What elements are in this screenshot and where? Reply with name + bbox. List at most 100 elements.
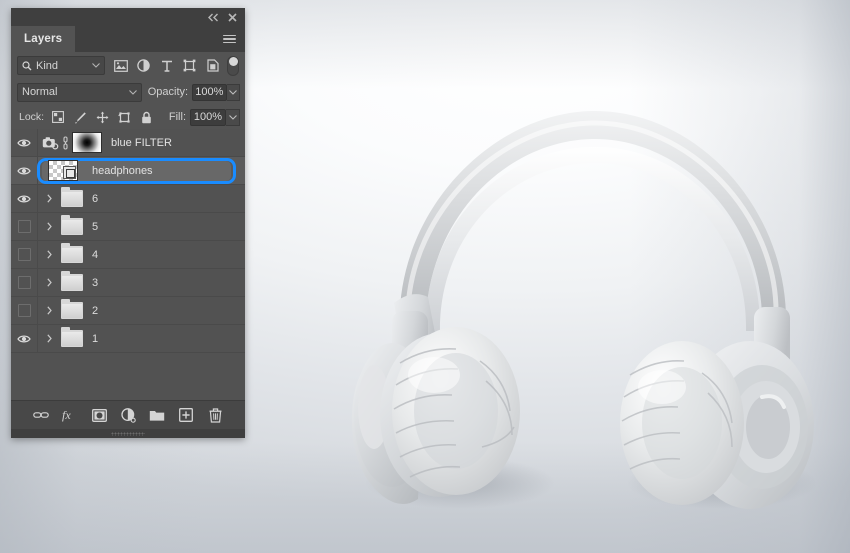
table-row[interactable]: 6 <box>11 185 245 213</box>
chevron-right-icon[interactable] <box>42 222 56 231</box>
layer-visibility-toggle[interactable] <box>11 297 38 324</box>
table-row[interactable]: 2 <box>11 297 245 325</box>
layer-name: 3 <box>92 276 99 289</box>
layer-visibility-toggle[interactable] <box>11 325 38 352</box>
folder-icon <box>61 187 83 207</box>
lock-image-pixels-icon[interactable] <box>70 108 90 126</box>
svg-text:fx: fx <box>62 408 71 422</box>
smart-object-badge-icon <box>63 166 76 179</box>
eye-off-icon <box>17 248 31 261</box>
chevron-down-icon <box>128 89 137 95</box>
filter-shape-layers-icon[interactable] <box>178 56 201 76</box>
link-layers-button[interactable] <box>32 406 51 425</box>
table-row[interactable]: 3 <box>11 269 245 297</box>
fill-input[interactable]: 100% <box>190 108 226 126</box>
layer-visibility-toggle[interactable] <box>11 129 38 156</box>
layer-name: blue FILTER <box>111 136 172 149</box>
new-layer-button[interactable] <box>177 406 196 425</box>
fill-chevron-down-icon[interactable] <box>226 108 240 126</box>
chevron-right-icon[interactable] <box>42 194 56 203</box>
fill-label: Fill: <box>168 111 186 123</box>
filter-kind-label: Kind <box>36 59 59 72</box>
double-chevron-left-icon[interactable] <box>208 13 219 22</box>
layer-name: 2 <box>92 304 99 317</box>
opacity-input[interactable]: 100% <box>192 83 227 101</box>
layers-panel-footer: fx <box>11 400 245 429</box>
folder-icon <box>61 299 83 319</box>
layer-visibility-toggle[interactable] <box>11 185 38 212</box>
panel-menu-button[interactable] <box>214 26 245 52</box>
layer-mask-thumbnail[interactable] <box>72 132 102 153</box>
tab-layers-label: Layers <box>24 33 63 45</box>
lock-artboard-nesting-icon[interactable] <box>114 108 134 126</box>
screenshot-root: Layers Kind Normal Opacity: 100% Lock: F… <box>0 0 850 553</box>
panel-tab-strip: Layers <box>11 26 245 52</box>
table-row[interactable]: 1 <box>11 325 245 353</box>
panel-resize-grip[interactable] <box>11 429 245 438</box>
camera-filter-icon <box>42 136 59 150</box>
layer-visibility-toggle[interactable] <box>11 157 38 184</box>
folder-icon <box>61 215 83 235</box>
eye-icon <box>17 138 31 148</box>
filter-enable-toggle[interactable] <box>227 55 239 76</box>
filter-adjustment-layers-icon[interactable] <box>132 56 155 76</box>
layer-visibility-toggle[interactable] <box>11 241 38 268</box>
blend-mode-select[interactable]: Normal <box>17 82 142 102</box>
add-layer-mask-button[interactable] <box>90 406 109 425</box>
opacity-label: Opacity: <box>147 86 189 98</box>
table-row[interactable]: 5 <box>11 213 245 241</box>
lock-all-icon[interactable] <box>136 108 156 126</box>
lock-label: Lock: <box>19 111 45 123</box>
new-group-button[interactable] <box>148 406 167 425</box>
lock-buttons <box>48 108 156 126</box>
chevron-right-icon[interactable] <box>42 306 56 315</box>
tab-layers[interactable]: Layers <box>11 26 76 52</box>
chevron-right-icon[interactable] <box>42 250 56 259</box>
filter-kind-select[interactable]: Kind <box>17 56 105 75</box>
layer-name: 5 <box>92 220 99 233</box>
smart-filter-camera-icon-group <box>42 135 69 150</box>
close-icon[interactable] <box>228 12 237 22</box>
layer-name: 6 <box>92 192 99 205</box>
new-adjustment-layer-button[interactable] <box>119 406 138 425</box>
lock-transparent-pixels-icon[interactable] <box>48 108 68 126</box>
delete-layer-button[interactable] <box>206 406 225 425</box>
layer-style-fx-button[interactable]: fx <box>61 406 80 425</box>
eye-icon <box>17 194 31 204</box>
chevron-down-icon <box>92 63 100 68</box>
search-icon <box>22 60 32 71</box>
eye-icon <box>17 334 31 344</box>
layers-panel: Layers Kind Normal Opacity: 100% Lock: F… <box>11 8 245 438</box>
grip-dots-icon <box>111 431 145 436</box>
lock-position-icon[interactable] <box>92 108 112 126</box>
eye-off-icon <box>17 276 31 289</box>
opacity-chevron-down-icon[interactable] <box>226 83 240 101</box>
blend-mode-row: Normal Opacity: 100% <box>11 79 245 105</box>
chevron-right-icon[interactable] <box>42 278 56 287</box>
link-mask-icon[interactable] <box>62 135 69 150</box>
layer-visibility-toggle[interactable] <box>11 269 38 296</box>
table-row[interactable]: headphones <box>11 157 245 185</box>
layer-name: headphones <box>92 164 153 177</box>
lock-row: Lock: Fill: 100% <box>11 105 245 129</box>
eye-off-icon <box>17 304 31 317</box>
layer-list[interactable]: blue FILTER headphones 6 5 4 3 2 1 <box>11 129 245 400</box>
layer-thumbnail[interactable] <box>48 160 78 181</box>
eye-off-icon <box>17 220 31 233</box>
filter-pixel-layers-icon[interactable] <box>109 56 132 76</box>
table-row[interactable]: blue FILTER <box>11 129 245 157</box>
blend-mode-value: Normal <box>22 86 58 98</box>
layer-filter-row: Kind <box>11 52 245 79</box>
layer-visibility-toggle[interactable] <box>11 213 38 240</box>
filter-smart-object-icon[interactable] <box>201 56 224 76</box>
layer-name: 1 <box>92 332 99 345</box>
eye-icon <box>17 166 31 176</box>
table-row[interactable]: 4 <box>11 241 245 269</box>
hamburger-icon <box>223 33 236 46</box>
folder-icon <box>61 243 83 263</box>
filter-type-layers-icon[interactable] <box>155 56 178 76</box>
chevron-right-icon[interactable] <box>42 334 56 343</box>
headphones-image <box>330 75 850 525</box>
layer-name: 4 <box>92 248 99 261</box>
folder-icon <box>61 327 83 347</box>
